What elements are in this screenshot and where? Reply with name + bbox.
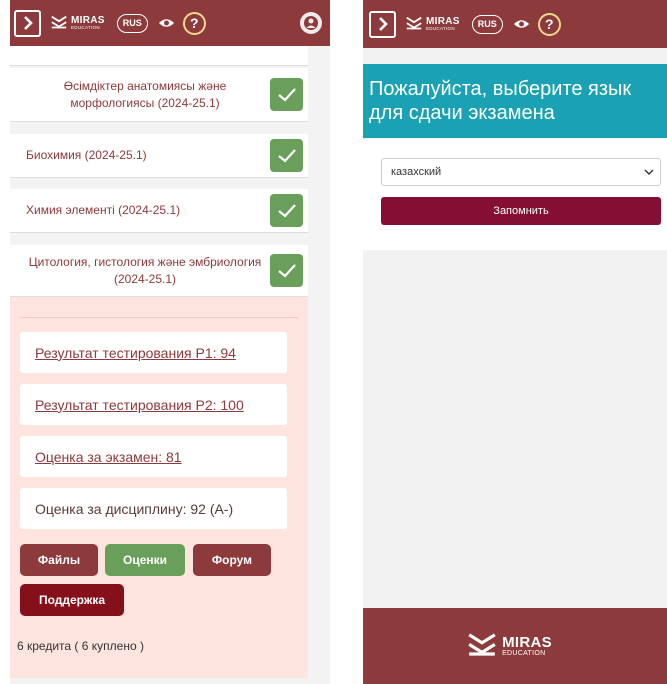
exam-language-select[interactable]: казахский — [381, 158, 661, 186]
test-result-p1-link[interactable]: Результат тестирования Р1: 94 — [35, 345, 236, 361]
course-card[interactable]: Химия элементі (2024-25.1) — [10, 189, 308, 233]
eye-icon[interactable] — [158, 17, 175, 29]
footer-brand-title: MIRAS — [502, 634, 552, 651]
top-bar: MIRAS EDUCATION RUS ? — [363, 0, 667, 48]
language-dialog-title: Пожалуйста, выберите язык для сдачи экза… — [363, 64, 667, 138]
brand-logo: MIRAS EDUCATION — [71, 15, 105, 31]
checkmark-icon — [277, 87, 296, 102]
course-details-panel: Результат тестирования Р1: 94 Результат … — [10, 297, 308, 678]
selected-language: казахский — [391, 166, 442, 178]
course-name: Цитология, гистология және эмбриология (… — [28, 254, 262, 286]
forum-button[interactable]: Форум — [193, 544, 271, 576]
footer: MIRAS EDUCATION — [363, 608, 667, 684]
exam-grade[interactable]: Оценка за экзамен: 81 — [20, 436, 287, 477]
avatar[interactable] — [300, 12, 322, 34]
chevron-down-icon — [644, 169, 654, 175]
course-list-panel: MIRAS EDUCATION RUS ? Өсімдіктер анатоми… — [10, 0, 330, 684]
miras-logo-icon — [468, 633, 496, 656]
exam-grade-link[interactable]: Оценка за экзамен: 81 — [35, 449, 182, 465]
course-card[interactable]: Өсімдіктер анатомиясы және морфологиясы … — [10, 68, 308, 122]
course-card-expanded[interactable]: Цитология, гистология және эмбриология (… — [10, 245, 308, 297]
chevron-right-icon — [23, 16, 33, 30]
support-button[interactable]: Поддержка — [20, 584, 124, 616]
course-complete-badge — [270, 78, 303, 111]
files-button[interactable]: Файлы — [20, 544, 98, 576]
course-name: Биохимия (2024-25.1) — [26, 148, 147, 162]
course-complete-badge — [270, 254, 303, 287]
menu-toggle-button[interactable] — [369, 10, 396, 38]
chevron-right-icon — [378, 17, 388, 31]
brand-subtitle: EDUCATION — [71, 24, 100, 30]
test-result-p2[interactable]: Результат тестирования Р2: 100 — [20, 384, 287, 425]
footer-logo: MIRAS EDUCATION — [502, 635, 552, 657]
eye-icon[interactable] — [513, 18, 530, 30]
top-bar: MIRAS EDUCATION RUS ? — [10, 0, 330, 46]
course-name: Химия элементі (2024-25.1) — [26, 203, 181, 217]
user-avatar-icon — [304, 16, 318, 30]
language-select-panel: MIRAS EDUCATION RUS ? Пожалуйста, выбери… — [363, 0, 667, 684]
divider — [20, 317, 298, 318]
help-icon[interactable]: ? — [182, 11, 206, 35]
test-result-p1[interactable]: Результат тестирования Р1: 94 — [20, 332, 287, 373]
credits-info: 6 кредита ( 6 куплено ) — [17, 639, 144, 653]
checkmark-icon — [277, 148, 296, 163]
course-complete-badge — [270, 194, 303, 227]
grades-button[interactable]: Оценки — [105, 544, 185, 576]
save-language-button[interactable]: Запомнить — [381, 197, 661, 225]
course-card[interactable]: Биохимия (2024-25.1) — [10, 134, 308, 178]
course-complete-badge — [270, 139, 303, 172]
miras-logo-icon — [51, 15, 67, 29]
brand-subtitle: EDUCATION — [426, 25, 455, 31]
language-switch-button[interactable]: RUS — [116, 13, 148, 33]
language-select-card: казахский Запомнить — [363, 139, 667, 250]
language-switch-button[interactable]: RUS — [471, 14, 503, 34]
test-result-p2-link[interactable]: Результат тестирования Р2: 100 — [35, 397, 244, 413]
course-name: Өсімдіктер анатомиясы және морфологиясы … — [63, 78, 227, 110]
miras-logo-icon — [406, 16, 422, 30]
help-icon[interactable]: ? — [537, 12, 561, 36]
discipline-grade: Оценка за дисциплину: 92 (A-) — [20, 488, 287, 529]
footer-brand-subtitle: EDUCATION — [502, 650, 546, 657]
brand-logo: MIRAS EDUCATION — [426, 16, 460, 32]
previous-course-card — [10, 46, 308, 66]
checkmark-icon — [277, 203, 296, 218]
checkmark-icon — [277, 263, 296, 278]
menu-toggle-button[interactable] — [14, 9, 41, 37]
